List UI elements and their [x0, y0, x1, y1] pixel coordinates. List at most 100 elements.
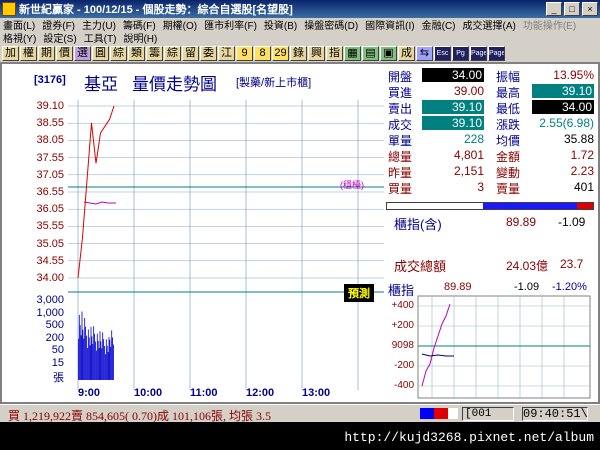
otc-index-value: 89.89	[506, 215, 537, 229]
otc-index-change: -1.09	[558, 215, 586, 229]
price-axis-label: 34.00	[36, 272, 64, 284]
volume-bar	[84, 317, 86, 380]
toolbar-button-3[interactable]: 價	[56, 45, 73, 61]
time-axis-label: 11:00	[190, 387, 218, 399]
toolbar-button-14[interactable]: 8	[254, 45, 271, 61]
menu-item-menu1-8[interactable]: 國際資訊(I)	[362, 17, 418, 32]
menu-item-menu2-1[interactable]: 設定(S)	[40, 30, 80, 45]
volume-bar	[99, 331, 101, 380]
volume-bar	[78, 314, 80, 380]
toolbar-button-9[interactable]: 綜	[164, 45, 181, 61]
quote-panel: 開盤 34.00 振幅 13.95% 買進 39.00 最高 39.10 賣出 …	[386, 66, 594, 196]
toolbar-button-10[interactable]: 留	[182, 45, 199, 61]
menu-item-menu2-2[interactable]: 工具(T)	[81, 30, 121, 45]
bid-label: 買進	[388, 86, 413, 100]
toolbar-button-25[interactable]: Pg	[452, 45, 469, 61]
volume-bar	[78, 338, 79, 380]
toolbar-button-7[interactable]: 類	[128, 45, 145, 61]
menu-item-menu1-5[interactable]: 匯市利率(F)	[201, 17, 261, 32]
ask-value: 39.10	[422, 100, 484, 114]
quote-row-unit: 單量 228 均價 35.88	[386, 132, 594, 148]
volume-bar	[88, 337, 90, 380]
toolbar-button-20[interactable]: ▤	[362, 45, 379, 61]
chart-background	[68, 100, 384, 390]
stock-name: 基亞	[84, 75, 118, 94]
toolbar-button-24[interactable]: Esc	[434, 45, 451, 61]
volume-bar	[100, 341, 102, 380]
mini-axis-label: -200	[393, 360, 414, 371]
volume-bar	[96, 333, 98, 380]
volume-bar	[110, 346, 112, 380]
unit-value: 228	[463, 132, 484, 146]
volume-bar	[85, 326, 86, 380]
menu-item-menu2-3[interactable]: 說明(H)	[120, 30, 161, 45]
menu-item-menu2-0[interactable]: 格視(Y)	[0, 30, 40, 45]
price-axis-label: 35.05	[36, 237, 64, 250]
toolbar-button-12[interactable]: 江	[218, 45, 235, 61]
toolbar-button-8[interactable]: 籌	[146, 45, 163, 61]
toolbar-button-18[interactable]: 指	[326, 45, 343, 61]
mini-axis-label: -400	[393, 380, 414, 391]
toolbar-button-23[interactable]: ⇆	[416, 45, 433, 61]
toolbar-button-15[interactable]: 29	[272, 45, 289, 61]
toolbar-button-16[interactable]: 錄	[290, 45, 307, 61]
quote-row-buysell: 買量 3 賣量 401	[386, 180, 594, 196]
toolbar-button-0[interactable]: 加	[2, 45, 19, 61]
toolbar-button-22[interactable]: 成	[398, 45, 415, 61]
price-axis-label: 37.55	[36, 151, 64, 164]
avg-label: 均價	[496, 134, 521, 148]
yesterday-label: 昨量	[388, 166, 413, 180]
menu-item-menu1-6[interactable]: 投資(B)	[261, 17, 301, 32]
minimize-icon[interactable]: _	[546, 2, 562, 16]
menu-item-menu1-4[interactable]: 期權(O)	[160, 17, 201, 32]
volume-bar	[108, 337, 110, 380]
volume-axis-label: 200	[45, 331, 64, 344]
menu-item-menu1-9[interactable]: 金融(C)	[419, 17, 460, 32]
volume-bar	[104, 345, 105, 380]
volume-bar	[87, 329, 89, 380]
time-axis-label: 13:00	[302, 387, 331, 399]
menu-item-menu1-11[interactable]: 功能操作(E)	[520, 17, 580, 32]
toolbar-button-1[interactable]: 權	[20, 45, 37, 61]
amount-value: 1.72	[570, 148, 594, 162]
menu-item-menu1-7[interactable]: 操盤密碼(D)	[301, 17, 362, 32]
stock-category: [製藥/新上市櫃]	[236, 77, 312, 89]
mini-axis-label: +400	[391, 300, 414, 311]
price-axis-label: 39.10	[36, 100, 64, 112]
toolbar-button-11[interactable]: 委	[200, 45, 217, 61]
toolbar-button-17[interactable]: 興	[308, 45, 325, 61]
sell-volume-label: 賣量	[496, 182, 521, 196]
status-bar: 買 1,219,922賣 854,605( 0.70)成 101,106張, 均…	[0, 404, 600, 423]
toolbar-button-26[interactable]: Page	[470, 45, 487, 61]
amplitude-value: 13.95%	[553, 68, 594, 82]
buy-volume-label: 買量	[388, 182, 413, 196]
forecast-button[interactable]: 預測	[344, 284, 374, 302]
volume-axis-label: 50	[51, 344, 64, 356]
toolbar-button-6[interactable]: 綜	[110, 45, 127, 61]
change-label: 漲跌	[496, 118, 521, 132]
toolbar-button-2[interactable]: 期	[38, 45, 55, 61]
mini-axis-label: 9098	[391, 340, 414, 351]
menu-item-menu1-10[interactable]: 成交選擇(A)	[460, 17, 520, 32]
volume-bar	[97, 340, 99, 380]
buy-volume-value: 3	[477, 180, 484, 194]
close-icon[interactable]: ×	[582, 2, 598, 16]
toolbar-button-13[interactable]: 9	[236, 45, 253, 61]
yesterday-value: 2,151	[453, 164, 484, 178]
toolbar-button-4[interactable]: 選	[74, 45, 91, 61]
total-label: 總量	[388, 150, 413, 164]
maximize-icon[interactable]: □	[564, 2, 580, 16]
toolbar-button-21[interactable]: ▣	[380, 45, 397, 61]
toolbar-button-5[interactable]: 圓	[92, 45, 109, 61]
quote-row-open: 開盤 34.00 振幅 13.95%	[386, 68, 594, 84]
volume-bar	[111, 330, 113, 380]
toolbar-button-27[interactable]: Page	[488, 45, 505, 61]
ask-label: 賣出	[388, 102, 413, 116]
status-color-indicator	[420, 408, 460, 419]
high-value: 39.10	[532, 84, 594, 98]
status-code-field[interactable]: [001	[462, 407, 514, 421]
toolbar-button-19[interactable]: ▦	[344, 45, 361, 61]
volume-bar	[89, 345, 91, 380]
app-icon	[2, 2, 16, 16]
volume-axis-label: 3,000	[36, 294, 64, 306]
